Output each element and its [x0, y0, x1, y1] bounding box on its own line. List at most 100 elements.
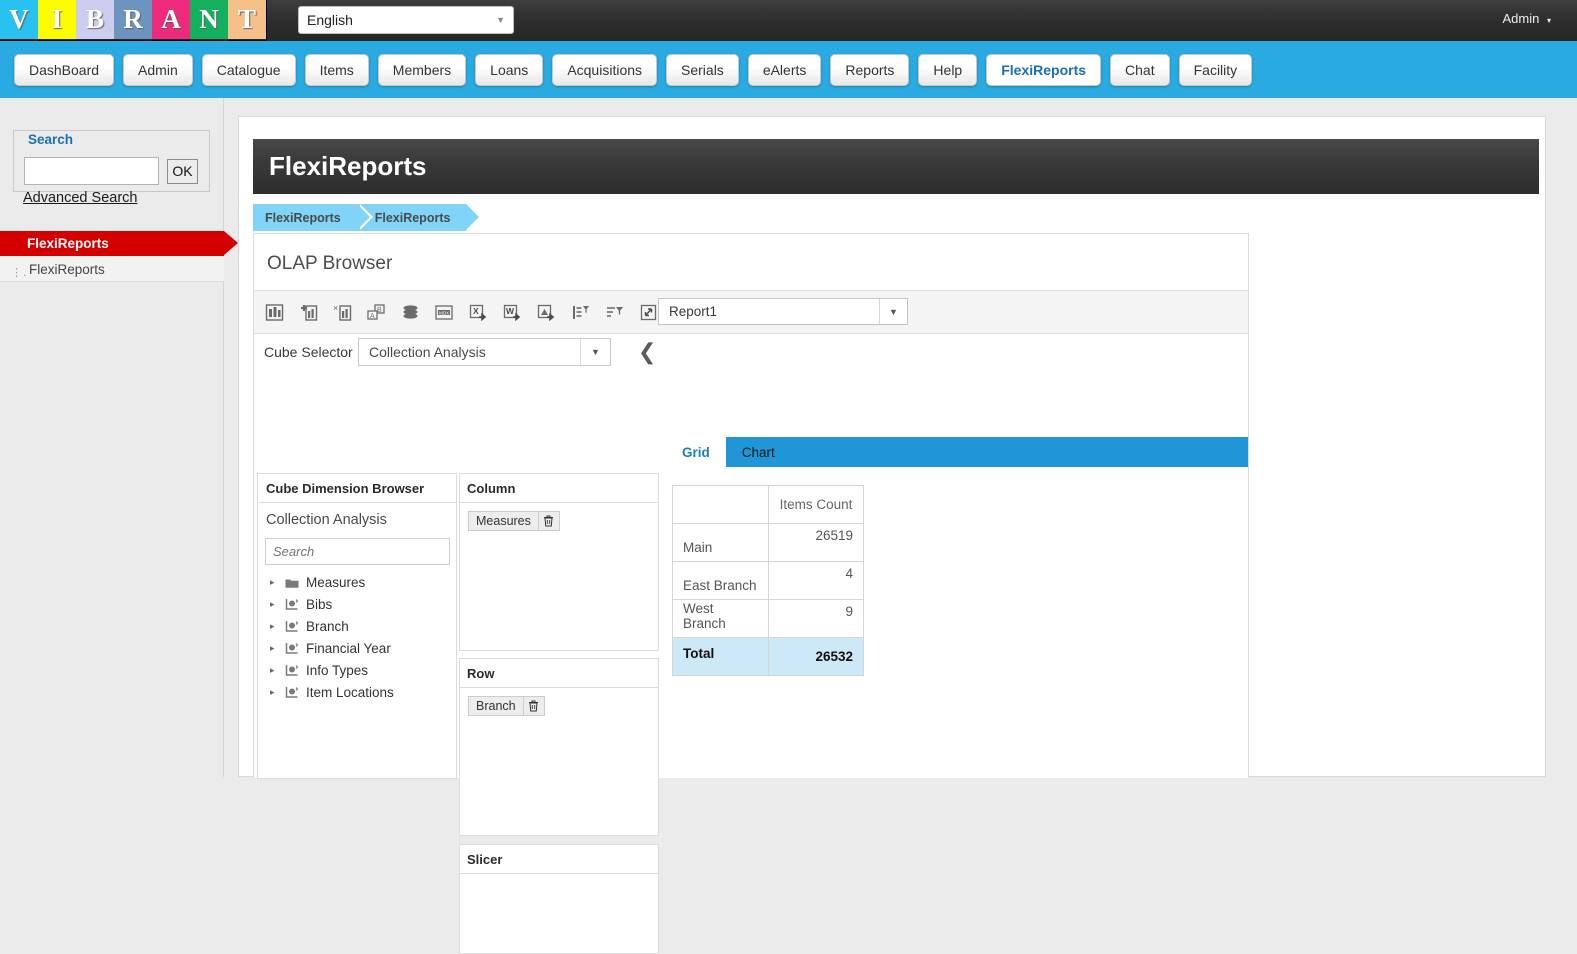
- chevron-right-icon[interactable]: ▸: [270, 578, 278, 588]
- logo-letter-r: R: [114, 0, 152, 39]
- svg-text:A: A: [370, 313, 375, 320]
- report-selector[interactable]: Report1 ▼: [658, 298, 908, 325]
- breadcrumb-item-0[interactable]: FlexiReports: [253, 204, 373, 231]
- slicer-panel-header: Slicer: [460, 845, 658, 874]
- chevron-right-icon[interactable]: ▸: [270, 644, 278, 654]
- nav-tab-items[interactable]: Items: [304, 54, 369, 86]
- nav-tab-admin[interactable]: Admin: [123, 54, 193, 86]
- language-value: English: [307, 12, 353, 28]
- swap-axes-icon[interactable]: BA: [359, 295, 393, 329]
- language-selector[interactable]: English ▼: [298, 6, 514, 34]
- trash-icon[interactable]: [538, 511, 560, 531]
- chevron-down-icon: ▼: [496, 15, 505, 25]
- cube-chart-icon[interactable]: [257, 295, 291, 329]
- collapse-panel-icon[interactable]: ❮: [638, 340, 656, 365]
- grid-total-label: Total: [672, 637, 769, 676]
- chevron-right-icon[interactable]: ▸: [270, 622, 278, 632]
- tree-item-label: Measures: [306, 575, 366, 590]
- tree-item-label: Info Types: [306, 663, 369, 678]
- breadcrumb: FlexiReports FlexiReports: [253, 204, 483, 231]
- dimension-icon: [285, 598, 299, 611]
- chevron-right-icon[interactable]: ▸: [270, 666, 278, 676]
- chevron-down-icon[interactable]: ▼: [879, 299, 907, 324]
- nav-tab-reports[interactable]: Reports: [830, 54, 910, 86]
- admin-menu[interactable]: Admin ▾: [1503, 11, 1552, 26]
- column-drop-panel[interactable]: Column Measures: [459, 473, 659, 651]
- nav-tab-catalogue[interactable]: Catalogue: [201, 54, 296, 86]
- table-row: East Branch 4: [672, 561, 864, 600]
- nav-tab-members[interactable]: Members: [377, 54, 467, 86]
- table-row: West Branch 9: [672, 599, 864, 638]
- database-icon[interactable]: [393, 295, 427, 329]
- dimension-search-input[interactable]: [265, 538, 450, 565]
- row-panel-header: Row: [460, 659, 658, 688]
- row-chip[interactable]: Branch: [468, 696, 545, 716]
- svg-text:MDX: MDX: [439, 310, 449, 315]
- logo-letter-a: A: [152, 0, 190, 39]
- dimension-icon: [285, 620, 299, 633]
- nav-tab-flexireports[interactable]: FlexiReports: [986, 54, 1102, 86]
- dimension-icon: [285, 686, 299, 699]
- dimension-icon: [285, 642, 299, 655]
- add-chart-icon[interactable]: [291, 295, 325, 329]
- dimension-icon: [285, 664, 299, 677]
- tree-item-label: Bibs: [306, 597, 333, 612]
- svg-text:W: W: [506, 306, 515, 316]
- search-ok-button[interactable]: OK: [167, 159, 198, 184]
- export-word-icon[interactable]: W: [495, 295, 529, 329]
- view-tab-bar: Grid Chart: [666, 437, 1248, 467]
- advanced-search-link[interactable]: Advanced Search: [23, 190, 137, 206]
- logo-letter-t: T: [228, 0, 266, 39]
- tree-connector-icon: ⋮.: [11, 267, 28, 279]
- chevron-right-icon[interactable]: ▸: [270, 688, 278, 698]
- export-pdf-icon[interactable]: [529, 295, 563, 329]
- row-drop-panel[interactable]: Row Branch: [459, 658, 659, 836]
- cube-selector-dropdown[interactable]: Collection Analysis ▼: [358, 338, 611, 366]
- remove-chart-icon[interactable]: ×: [325, 295, 359, 329]
- grid-total-value: 26532: [768, 637, 864, 676]
- grid-cell-value: 9: [768, 599, 864, 638]
- page-header-bar: FlexiReports: [253, 139, 1539, 194]
- chevron-right-icon[interactable]: ▸: [270, 600, 278, 610]
- trash-icon[interactable]: [523, 696, 545, 716]
- nav-tab-facility[interactable]: Facility: [1178, 54, 1253, 86]
- mdx-icon[interactable]: MDX: [427, 295, 461, 329]
- tab-grid[interactable]: Grid: [666, 437, 726, 467]
- slicer-drop-panel[interactable]: Slicer: [459, 844, 659, 954]
- tab-chart[interactable]: Chart: [726, 437, 791, 467]
- content-panel: FlexiReports FlexiReports FlexiReports OL…: [238, 116, 1546, 954]
- export-excel-icon[interactable]: X: [461, 295, 495, 329]
- toolbar-icon-group: × B A MDX X W: [257, 295, 665, 329]
- grid-measure-header: Items Count: [768, 485, 864, 524]
- grid-header-row: Items Count: [672, 485, 864, 524]
- chevron-down-icon[interactable]: ▼: [580, 339, 610, 365]
- search-input[interactable]: [24, 157, 159, 185]
- tree-item-bibs[interactable]: ▸ Bibs: [270, 597, 332, 612]
- tree-item-item-locations[interactable]: ▸ Item Locations: [270, 685, 394, 700]
- nav-tab-loans[interactable]: Loans: [475, 54, 544, 86]
- tree-item-measures[interactable]: ▸ Measures: [270, 575, 365, 590]
- nav-tab-help[interactable]: Help: [918, 54, 978, 86]
- svg-text:×: ×: [333, 303, 338, 313]
- nav-tab-serials[interactable]: Serials: [666, 54, 739, 86]
- tree-item-info-types[interactable]: ▸ Info Types: [270, 663, 368, 678]
- nav-tab-acquisitions[interactable]: Acquisitions: [552, 54, 658, 86]
- row-chip-list: Branch: [460, 688, 658, 716]
- sort-filter-icon[interactable]: [563, 295, 597, 329]
- nav-tab-ealerts[interactable]: eAlerts: [747, 54, 822, 86]
- admin-label: Admin: [1502, 11, 1540, 26]
- logo-letter-v: V: [0, 0, 38, 39]
- tree-item-financial-year[interactable]: ▸ Financial Year: [270, 641, 391, 656]
- tree-item-branch[interactable]: ▸ Branch: [270, 619, 349, 634]
- grid-row-header: West Branch: [672, 599, 769, 638]
- table-row: Main 26519: [672, 523, 864, 562]
- top-bar: VIBRANT English ▼ Admin ▾: [0, 0, 1577, 41]
- filter-icon[interactable]: [597, 295, 631, 329]
- breadcrumb-item-1[interactable]: FlexiReports: [356, 204, 483, 231]
- cube-name-label: Collection Analysis: [266, 512, 387, 528]
- cube-dimension-browser-header: Cube Dimension Browser: [258, 474, 456, 503]
- nav-tab-chat[interactable]: Chat: [1110, 54, 1170, 86]
- tree-item-label: Financial Year: [306, 641, 391, 656]
- column-chip[interactable]: Measures: [468, 511, 560, 531]
- nav-tab-dashboard[interactable]: DashBoard: [14, 54, 115, 86]
